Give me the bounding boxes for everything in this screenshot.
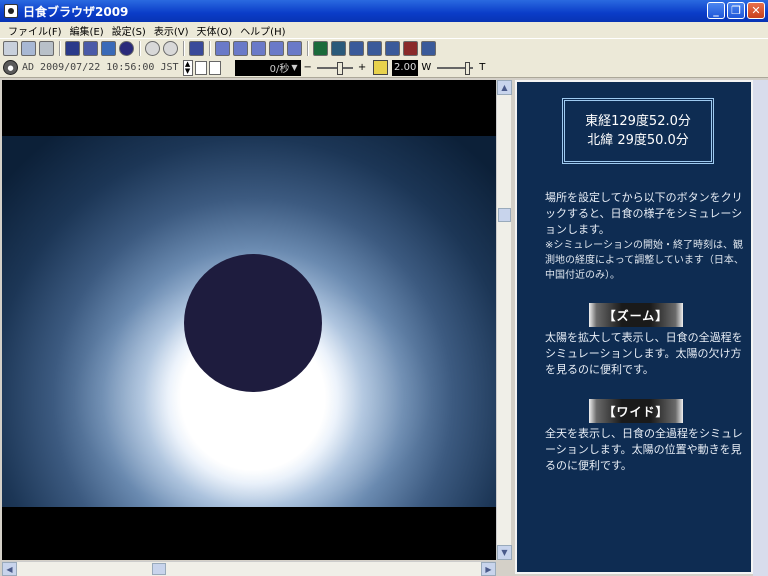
app-icon (4, 4, 18, 18)
page3-icon[interactable] (251, 41, 266, 56)
menu-edit[interactable]: 編集(E) (66, 23, 108, 38)
time-unit-box[interactable] (194, 60, 207, 75)
scroll-left-arrow[interactable]: ◀ (2, 562, 17, 576)
menu-file[interactable]: ファイル(F) (4, 23, 66, 38)
zoom-desc-text: 太陽を拡大して表示し、日食の全過程をシミュレーションします。太陽の欠け方を見るの… (545, 330, 745, 378)
longitude-text: 東経129度52.0分 (585, 114, 691, 129)
moon-disk (184, 254, 322, 392)
settings-icon[interactable] (421, 41, 436, 56)
corona-image (2, 136, 496, 507)
close-button[interactable]: ✕ (747, 2, 765, 19)
menu-settings[interactable]: 設定(S) (108, 23, 150, 38)
magnify-icon[interactable] (373, 60, 389, 75)
wide-label: W (421, 62, 432, 73)
menu-view[interactable]: 表示(V) (150, 23, 193, 38)
panel-scrollbar[interactable] (753, 80, 768, 576)
chevron-down-icon: ▼ (291, 63, 298, 72)
intro-text: 場所を設定してから以下のボタンをクリックすると、日食の様子をシミュレーションしま… (545, 190, 745, 238)
chart-icon[interactable] (189, 41, 204, 56)
zoom-out-icon[interactable] (163, 41, 178, 56)
zoom-minus[interactable]: − (304, 62, 312, 73)
scroll-right-arrow[interactable]: ▶ (481, 562, 496, 576)
menu-help[interactable]: ヘルプ(H) (236, 23, 289, 38)
globe-icon[interactable] (101, 41, 116, 56)
time-toolbar: ● AD 2009/07/22 10:56:00 JST ▲ ▼ 0/秒 ▼ − +… (0, 58, 768, 78)
speed-value: 0/秒 (269, 64, 290, 75)
zoom-plus[interactable]: + (358, 62, 366, 73)
scroll-down-arrow[interactable]: ▼ (497, 545, 512, 560)
zoom-description: 太陽を拡大して表示し、日食の全過程をシミュレーションします。太陽の欠け方を見るの… (545, 331, 743, 376)
zoom-button[interactable]: 【ズーム】 (589, 303, 683, 327)
note-text: ※シミュレーションの開始・終了時刻は、観測地の経度によって調整しています（日本、… (545, 238, 745, 283)
planet-icon[interactable] (385, 41, 400, 56)
toolbar-separator (139, 41, 141, 56)
close-view-icon[interactable] (313, 41, 328, 56)
title-bar: 日食ブラウザ2009 _ ❐ ✕ (0, 0, 768, 22)
maximize-button[interactable]: ❐ (727, 2, 745, 19)
clock-icon[interactable]: ● (3, 60, 18, 75)
info-panel: 東経129度52.0分 北緯 29度50.0分 場所を設定してから以下のボタンを… (515, 80, 753, 574)
sky-view-icon[interactable] (65, 41, 80, 56)
latitude-text: 北緯 29度50.0分 (587, 133, 689, 148)
main-toolbar (0, 38, 768, 58)
time-reset-box[interactable] (208, 60, 221, 75)
magnification-field[interactable]: 2.00 (392, 59, 419, 76)
window-title: 日食ブラウザ2009 (23, 4, 129, 19)
open-icon[interactable] (3, 41, 18, 56)
scroll-up-arrow[interactable]: ▲ (497, 80, 512, 95)
era-label: AD (22, 62, 35, 73)
speed-select[interactable]: 0/秒 ▼ (234, 59, 301, 76)
zoom-slider[interactable] (316, 61, 353, 75)
horizontal-scrollbar[interactable]: ◀ ▶ (2, 561, 496, 576)
print-icon[interactable] (39, 41, 54, 56)
intro-paragraph: 場所を設定してから以下のボタンをクリックすると、日食の様子をシミュレーションしま… (545, 191, 743, 236)
toolbar-separator (209, 41, 211, 56)
tele-label: T (479, 62, 486, 73)
wide-description: 全天を表示し、日食の全過程をシミュレーションします。太陽の位置や動きを見るのに便… (545, 427, 743, 472)
horizon-icon[interactable] (83, 41, 98, 56)
page1-icon[interactable] (215, 41, 230, 56)
page2-icon[interactable] (233, 41, 248, 56)
menu-objects[interactable]: 天体(O) (193, 23, 237, 38)
location-box: 東経129度52.0分 北緯 29度50.0分 (562, 98, 714, 164)
note-paragraph: ※シミュレーションの開始・終了時刻は、観測地の経度によって調整しています（日本、… (545, 240, 744, 281)
datetime-field[interactable]: 2009/07/22 10:56:00 JST (40, 62, 178, 73)
toolbar-separator (59, 41, 61, 56)
menu-bar: ファイル(F) 編集(E) 設定(S) 表示(V) 天体(O) ヘルプ(H) (0, 22, 768, 38)
page5-icon[interactable] (287, 41, 302, 56)
stars-icon[interactable] (349, 41, 364, 56)
zoom-in-icon[interactable] (145, 41, 160, 56)
sphere-icon[interactable] (119, 41, 134, 56)
wide-desc-text: 全天を表示し、日食の全過程をシミュレーションします。太陽の位置や動きを見るのに便… (545, 426, 745, 474)
grid-icon[interactable] (331, 41, 346, 56)
toolbar-separator (307, 41, 309, 56)
vertical-scrollbar[interactable]: ▲ ▼ (496, 80, 512, 560)
constellation-icon[interactable] (367, 41, 382, 56)
fov-slider[interactable] (437, 61, 474, 75)
eclipse-view[interactable] (2, 80, 496, 560)
page4-icon[interactable] (269, 41, 284, 56)
horizontal-scroll-thumb[interactable] (152, 563, 166, 575)
minimize-button[interactable]: _ (707, 2, 725, 19)
vertical-scroll-thumb[interactable] (498, 208, 511, 222)
comet-icon[interactable] (403, 41, 418, 56)
save-icon[interactable] (21, 41, 36, 56)
toolbar-separator (183, 41, 185, 56)
wide-button[interactable]: 【ワイド】 (589, 399, 683, 423)
window-controls: _ ❐ ✕ (707, 2, 765, 19)
time-stepper[interactable]: ▲ ▼ (182, 59, 193, 76)
